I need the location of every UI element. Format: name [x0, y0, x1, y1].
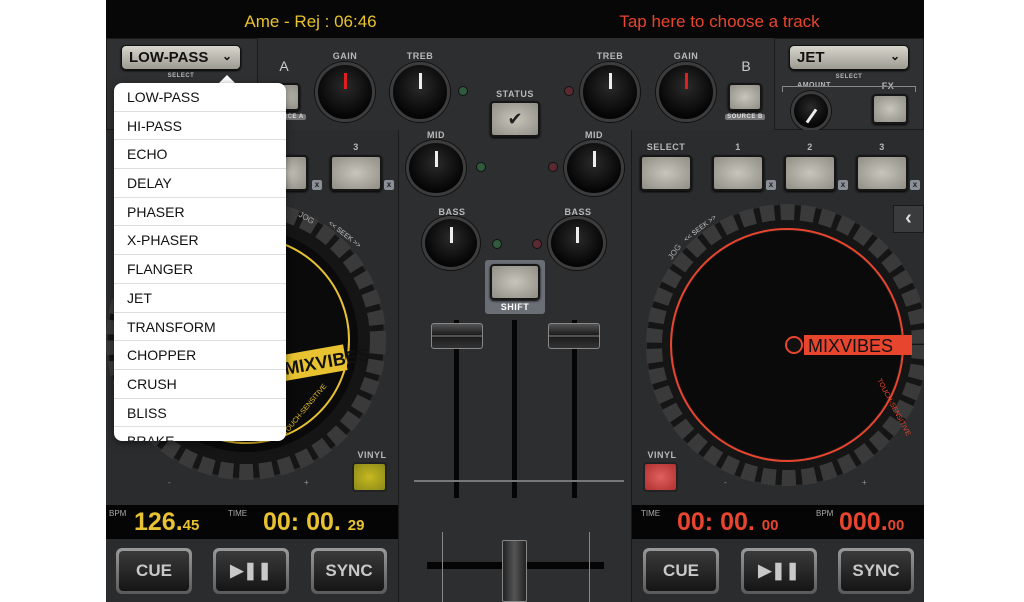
deck-b-sync-button[interactable]: SYNC: [838, 548, 914, 594]
deck-a-fx-dropdown[interactable]: LOW-PASS ⌄: [121, 45, 241, 70]
bpm-label: BPM: [109, 509, 127, 518]
bass-a-led: [492, 239, 502, 249]
deck-a-display: BPM 126.45 TIME 00: 00. 29: [106, 505, 398, 539]
deck-b-play-pause-button[interactable]: ▶❚❚: [741, 548, 817, 594]
eq-a-led: [458, 86, 468, 96]
crossfader-mark-right: [589, 532, 590, 602]
deck-b-jog-wheel[interactable]: JOG << SEEK >> MIXVIBES TOUCH-SENSITIVE …: [632, 130, 924, 505]
mid-a-led: [476, 162, 486, 172]
fx-on-button[interactable]: [872, 94, 908, 124]
gain-a-label: GAIN: [332, 51, 358, 61]
fx-dropdown-value: JET: [797, 49, 825, 66]
menu-item[interactable]: FLANGER: [114, 255, 286, 284]
vinyl-b-button[interactable]: [643, 462, 678, 492]
pitch-plus: +: [304, 478, 309, 487]
fx-dropdown-value: LOW-PASS: [129, 49, 209, 66]
cue-b-button[interactable]: [728, 83, 762, 111]
menu-item[interactable]: TRANSFORM: [114, 313, 286, 342]
mid-a-label: MID: [427, 130, 445, 140]
fx-dropdown-menu: LOW-PASS HI-PASS ECHO DELAY PHASER X-PHA…: [114, 83, 286, 441]
menu-item[interactable]: CHOPPER: [114, 341, 286, 370]
menu-item[interactable]: BLISS: [114, 399, 286, 428]
vinyl-b-label: VINYL: [647, 450, 677, 460]
menu-item[interactable]: X-PHASER: [114, 226, 286, 256]
menu-item[interactable]: PHASER: [114, 198, 286, 227]
time-value: 00: 00. 29: [263, 508, 365, 536]
status-label: STATUS: [496, 89, 534, 99]
select-label: SELECT: [167, 73, 195, 79]
treb-a-knob[interactable]: [390, 62, 450, 122]
gain-b-knob[interactable]: [656, 62, 716, 122]
menu-item[interactable]: HI-PASS: [114, 112, 286, 141]
menu-item[interactable]: LOW-PASS: [114, 83, 286, 112]
deck-b-display: TIME 00: 00. 00 BPM 000.00: [632, 505, 924, 539]
dj-app: Ame - Rej : 06:46 Tap here to choose a t…: [106, 0, 924, 602]
fx-bracket: [782, 86, 916, 92]
side-panel-toggle[interactable]: ‹: [893, 205, 924, 233]
fader-scale: [414, 480, 624, 482]
chevron-down-icon: ⌄: [889, 49, 900, 63]
pitch-plus: +: [862, 478, 867, 487]
bass-b-led: [532, 239, 542, 249]
menu-item[interactable]: JET: [114, 284, 286, 313]
deck-a-cue-button[interactable]: CUE: [116, 548, 192, 594]
play-pause-icon: ▶❚❚: [216, 551, 286, 591]
mid-b-knob[interactable]: [564, 140, 624, 196]
crossfader-mark-left: [442, 532, 443, 602]
bpm-value: 126.45: [134, 508, 200, 536]
select-label: SELECT: [835, 74, 863, 80]
treb-a-label: TREB: [406, 51, 434, 61]
checkmark-icon: ✔: [507, 109, 523, 129]
chevron-down-icon: ⌄: [221, 49, 232, 63]
play-pause-icon: ▶❚❚: [744, 551, 814, 591]
treb-b-label: TREB: [596, 51, 624, 61]
track-bar: Ame - Rej : 06:46 Tap here to choose a t…: [106, 0, 924, 38]
bpm-label: BPM: [816, 509, 834, 518]
shift-button[interactable]: SHIFT: [485, 260, 545, 314]
pitch-minus: -: [724, 478, 727, 487]
channel-a-fader[interactable]: [431, 323, 483, 349]
chevron-left-icon: ‹: [905, 207, 912, 229]
deck-a-track-title[interactable]: Ame - Rej : 06:46: [106, 12, 515, 32]
deck-a-play-pause-button[interactable]: ▶❚❚: [213, 548, 289, 594]
mid-b-led: [548, 162, 558, 172]
channel-b-fader[interactable]: [548, 323, 600, 349]
center-divider: [512, 320, 517, 498]
shift-label: SHIFT: [500, 302, 530, 312]
menu-item[interactable]: BRAKE: [114, 427, 286, 441]
vinyl-a-button[interactable]: [352, 462, 387, 492]
treb-b-knob[interactable]: [580, 62, 640, 122]
vinyl-a-label: VINYL: [357, 450, 387, 460]
deck-b-cue-button[interactable]: CUE: [643, 548, 719, 594]
crossfader[interactable]: [502, 540, 527, 602]
headphone-b-icon: B: [741, 58, 751, 74]
fx-amount-knob[interactable]: [791, 91, 831, 131]
gain-a-knob[interactable]: [315, 62, 375, 122]
bass-b-knob[interactable]: [548, 216, 606, 270]
bpm-value: 000.00: [839, 508, 905, 536]
deck-b-track-title[interactable]: Tap here to choose a track: [515, 12, 924, 32]
mixvibes-logo: MIXVIBES: [808, 336, 893, 356]
bass-a-knob[interactable]: [422, 216, 480, 270]
deck-b-fx-dropdown[interactable]: JET ⌄: [789, 45, 909, 70]
status-button[interactable]: ✔: [490, 101, 540, 137]
deck-a-sync-button[interactable]: SYNC: [311, 548, 387, 594]
menu-item[interactable]: CRUSH: [114, 370, 286, 399]
time-label: TIME: [228, 509, 248, 518]
headphone-a-icon: A: [279, 58, 289, 74]
menu-item[interactable]: DELAY: [114, 169, 286, 198]
time-label: TIME: [641, 509, 661, 518]
menu-item[interactable]: ECHO: [114, 140, 286, 170]
pitch-minus: -: [168, 478, 171, 487]
mid-a-knob[interactable]: [406, 140, 466, 196]
gain-b-label: GAIN: [673, 51, 699, 61]
source-b-label: SOURCE B: [725, 114, 765, 120]
time-value: 00: 00. 00: [677, 508, 779, 536]
eq-b-led: [564, 86, 574, 96]
mid-b-label: MID: [585, 130, 603, 140]
